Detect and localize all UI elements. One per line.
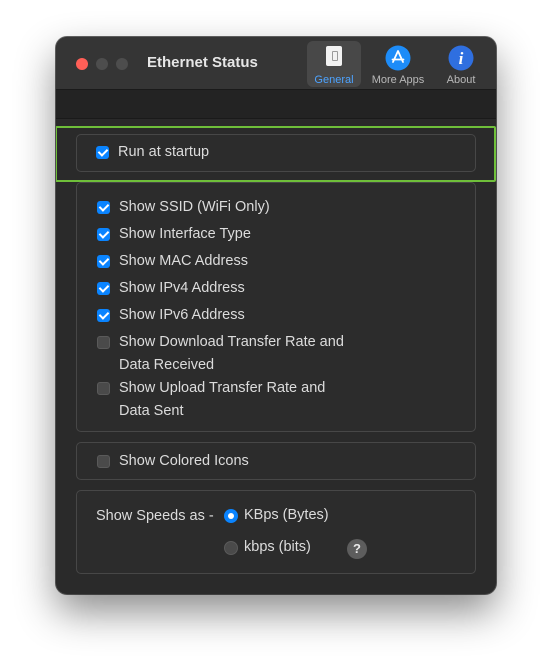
tab-general-label: General (314, 74, 354, 86)
show-ipv6-address-label: Show IPv6 Address (119, 307, 245, 323)
tab-about[interactable]: i About (438, 41, 484, 87)
svg-text:i: i (459, 49, 464, 68)
minimize-button[interactable] (96, 58, 108, 70)
general-switch-icon (326, 46, 342, 66)
tab-more-apps-label: More Apps (371, 74, 425, 86)
radio-kbps-bytes-label: KBps (Bytes) (244, 507, 329, 523)
show-colored-icons-checkbox[interactable]: Show Colored Icons (97, 450, 249, 473)
show-ipv6-address-checkbox[interactable]: Show IPv6 Address (97, 304, 245, 327)
show-colored-icons-label: Show Colored Icons (119, 453, 249, 469)
app-store-icon (385, 45, 411, 71)
speed-units-group: Show Speeds as - KBps (Bytes) kbps (bits… (76, 490, 476, 574)
startup-group: Run at startup (76, 134, 476, 172)
checkbox-unchecked-icon (97, 382, 110, 395)
title-bar: Ethernet Status General More Apps i Abou… (56, 37, 496, 90)
close-button[interactable] (76, 58, 88, 70)
colored-icons-group: Show Colored Icons (76, 442, 476, 480)
show-mac-address-checkbox[interactable]: Show MAC Address (97, 250, 248, 273)
show-upload-rate-label-line2: Data Sent (119, 403, 184, 419)
radio-unselected-icon (224, 541, 238, 555)
radio-kbps-bytes[interactable]: KBps (Bytes) (224, 504, 329, 527)
run-at-startup-checkbox[interactable]: Run at startup (96, 141, 209, 164)
checkbox-checked-icon (96, 146, 109, 159)
tab-more-apps[interactable]: More Apps (365, 41, 431, 87)
radio-kbps-bits-label: kbps (bits) (244, 539, 311, 555)
checkbox-checked-icon (97, 228, 110, 241)
checkbox-checked-icon (97, 201, 110, 214)
show-download-rate-checkbox[interactable]: Show Download Transfer Rate and Data Rec… (97, 331, 344, 377)
radio-selected-icon (224, 509, 238, 523)
show-upload-rate-checkbox[interactable]: Show Upload Transfer Rate and Data Sent (97, 377, 325, 423)
run-at-startup-label: Run at startup (118, 144, 210, 160)
radio-kbps-bits[interactable]: kbps (bits) (224, 536, 311, 559)
zoom-button[interactable] (116, 58, 128, 70)
info-icon: i (448, 45, 474, 71)
help-button[interactable]: ? (347, 539, 367, 559)
show-ipv4-address-label: Show IPv4 Address (119, 280, 245, 296)
checkbox-checked-icon (97, 282, 110, 295)
show-download-rate-label-line2: Data Received (119, 357, 215, 373)
checkbox-unchecked-icon (97, 336, 110, 349)
checkbox-unchecked-icon (97, 455, 110, 468)
checkbox-checked-icon (97, 255, 110, 268)
show-interface-type-label: Show Interface Type (119, 226, 251, 242)
tab-general[interactable]: General (307, 41, 361, 87)
toolbar-separator (56, 90, 496, 119)
preferences-window: Ethernet Status General More Apps i Abou… (56, 37, 496, 594)
tab-about-label: About (446, 74, 476, 86)
show-mac-address-label: Show MAC Address (119, 253, 248, 269)
show-speeds-label: Show Speeds as - (96, 508, 214, 524)
checkbox-checked-icon (97, 309, 110, 322)
show-ssid-checkbox[interactable]: Show SSID (WiFi Only) (97, 196, 270, 219)
window-title: Ethernet Status (147, 54, 258, 71)
show-download-rate-label-line1: Show Download Transfer Rate and (119, 334, 344, 350)
show-ipv4-address-checkbox[interactable]: Show IPv4 Address (97, 277, 245, 300)
show-interface-type-checkbox[interactable]: Show Interface Type (97, 223, 251, 246)
display-options-group: Show SSID (WiFi Only) Show Interface Typ… (76, 182, 476, 432)
show-upload-rate-label-line1: Show Upload Transfer Rate and (119, 380, 326, 396)
show-ssid-label: Show SSID (WiFi Only) (119, 199, 270, 215)
